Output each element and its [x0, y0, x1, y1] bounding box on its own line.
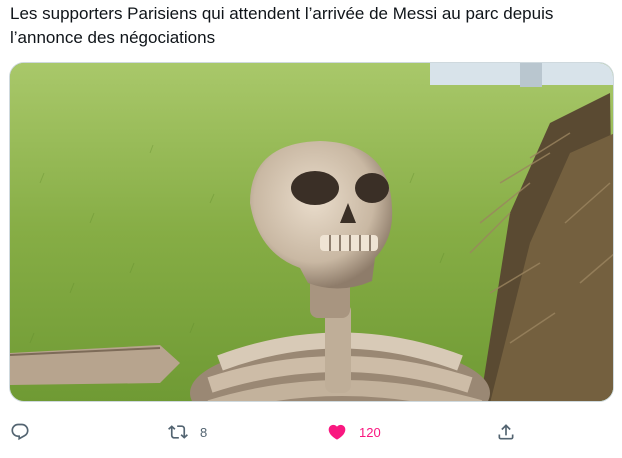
like-count: 120 [359, 424, 381, 440]
share-icon [498, 424, 514, 440]
tweet-text: Les supporters Parisiens qui attendent l… [10, 4, 554, 47]
retweet-count: 8 [200, 424, 208, 440]
reply-button[interactable] [10, 410, 30, 454]
heart-icon [328, 424, 346, 440]
tweet-actions: 8 120 [0, 410, 622, 454]
waiting-skeleton-image [10, 63, 613, 401]
reply-icon [11, 423, 29, 441]
share-button[interactable] [496, 410, 516, 454]
tweet-media-image[interactable] [9, 62, 614, 402]
like-button[interactable]: 120 [327, 410, 381, 454]
retweet-button[interactable]: 8 [168, 410, 207, 454]
retweet-icon [168, 425, 188, 439]
